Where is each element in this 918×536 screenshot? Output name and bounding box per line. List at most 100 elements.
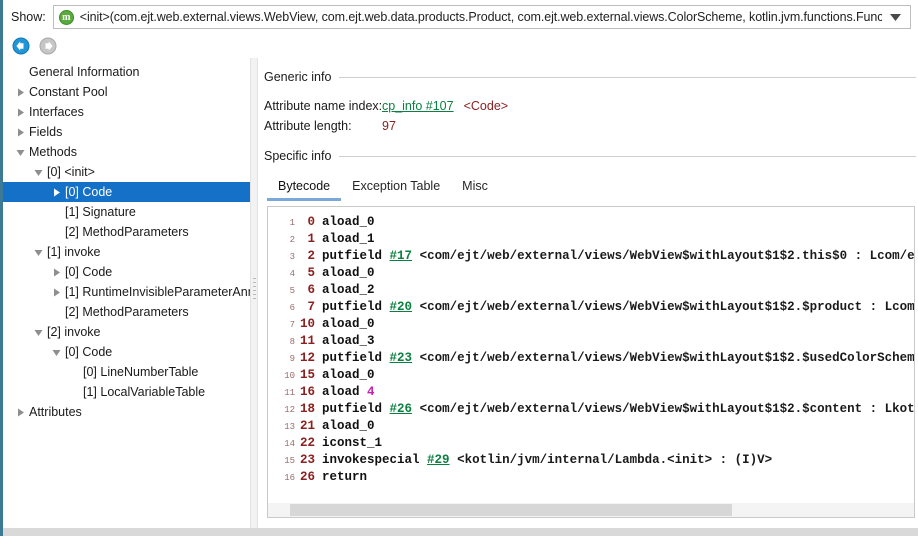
bytecode-descriptor: <kotlin/jvm/internal/Lambda.<init> : (I)… (457, 453, 773, 467)
tree-node[interactable]: [0] Code (3, 182, 250, 202)
bytecode-view[interactable]: 1 0 aload_0 2 1 aload_1 3 2 putfield #17 <com/ej… (267, 206, 915, 518)
chevron-right-icon[interactable] (12, 122, 28, 142)
constant-pool-reference[interactable]: #20 (390, 300, 413, 314)
bytecode-line-number: 15 (284, 456, 295, 466)
tree-node[interactable]: [2] MethodParameters (3, 222, 250, 242)
bytecode-offset: 23 (299, 453, 315, 467)
chevron-down-icon[interactable] (12, 142, 28, 162)
bytecode-opcode: aload_0 (322, 317, 375, 331)
tree-node[interactable]: [0] Code (3, 342, 250, 362)
tree-node[interactable]: Fields (3, 122, 250, 142)
tab-misc[interactable]: Misc (451, 175, 499, 201)
constant-pool-reference[interactable]: #17 (390, 249, 413, 263)
tree-node[interactable]: [2] invoke (3, 322, 250, 342)
bytecode-offset: 22 (299, 436, 315, 450)
panel-splitter[interactable] (250, 58, 258, 528)
chevron-right-icon[interactable] (12, 82, 28, 102)
arrow-left-circle-icon[interactable] (10, 35, 32, 57)
chevron-down-icon[interactable] (30, 242, 46, 262)
bytecode-line: 2 1 aload_1 (268, 231, 914, 248)
bytecode-line: 11 16 aload 4 (268, 384, 914, 401)
bytecode-immediate: 4 (367, 385, 375, 399)
bytecode-opcode: aload_0 (322, 368, 375, 382)
constant-pool-link[interactable]: cp_info #107 (382, 96, 454, 116)
tree-node[interactable]: [0] Code (3, 262, 250, 282)
bytecode-opcode: aload_0 (322, 419, 375, 433)
bytecode-offset: 26 (299, 470, 315, 484)
bytecode-line-number: 4 (289, 269, 295, 279)
chevron-down-icon[interactable] (48, 342, 64, 362)
tree-node-label: [0] Code (65, 345, 113, 359)
bytecode-offset: 12 (299, 351, 315, 365)
bytecode-opcode: putfield (322, 402, 383, 416)
tree-node[interactable]: [1] RuntimeInvisibleParameterAnnotations (3, 282, 250, 302)
detail-tabs: Bytecode Exception Table Misc (267, 175, 915, 201)
bytecode-line-number: 5 (289, 286, 295, 296)
generic-info-key: Attribute name index: (264, 99, 383, 113)
chevron-down-icon[interactable] (882, 6, 908, 28)
generic-info-row: Attribute length: 97 (264, 116, 914, 136)
constant-pool-reference[interactable]: #23 (390, 351, 413, 365)
arrow-right-circle-icon[interactable] (37, 35, 59, 57)
bytecode-horizontal-scrollbar[interactable] (268, 503, 914, 517)
bytecode-descriptor: <com/ejt/web/external/views/WebView$with… (419, 351, 914, 365)
tab-bytecode[interactable]: Bytecode (267, 175, 342, 201)
tree-node[interactable]: Methods (3, 142, 250, 162)
tree-node-label: General Information (29, 65, 140, 79)
tree-node-label: Fields (29, 125, 63, 139)
chevron-right-icon[interactable] (48, 182, 64, 202)
tree-node-label: [2] MethodParameters (65, 225, 189, 239)
method-selector-combobox[interactable]: m <init>(com.ejt.web.external.views.WebV… (52, 5, 911, 29)
class-structure-tree: General Information Constant Pool Interfac… (3, 62, 250, 422)
bytecode-line: 14 22 iconst_1 (268, 435, 914, 452)
chevron-right-icon[interactable] (12, 402, 28, 422)
chevron-right-icon[interactable] (48, 282, 64, 302)
splitter-grip-icon (253, 278, 256, 304)
bytecode-line: 8 11 aload_3 (268, 333, 914, 350)
bytecode-offset: 7 (307, 300, 315, 314)
bytecode-opcode: aload_1 (322, 232, 375, 246)
class-structure-tree-panel[interactable]: General Information Constant Pool Interfac… (3, 58, 250, 528)
tree-node-label: [1] RuntimeInvisibleParameterAnnotations (65, 285, 250, 299)
tree-node[interactable]: General Information (3, 62, 250, 82)
tree-node[interactable]: [0] <init> (3, 162, 250, 182)
bytecode-lines: 1 0 aload_0 2 1 aload_1 3 2 putfield #17 <com/ej… (268, 214, 914, 486)
chevron-down-icon[interactable] (30, 162, 46, 182)
tree-node[interactable]: Constant Pool (3, 82, 250, 102)
bytecode-offset: 21 (299, 419, 315, 433)
navigation-toolbar (3, 34, 918, 58)
chevron-down-icon[interactable] (30, 322, 46, 342)
constant-pool-reference[interactable]: #26 (390, 402, 413, 416)
tree-node[interactable]: [0] LineNumberTable (3, 362, 250, 382)
bytecode-opcode: putfield (322, 300, 383, 314)
tree-node[interactable]: [1] LocalVariableTable (3, 382, 250, 402)
bytecode-opcode: aload_0 (322, 266, 375, 280)
bytecode-offset: 0 (307, 215, 315, 229)
bytecode-line-number: 16 (284, 473, 295, 483)
constant-pool-reference[interactable]: #29 (427, 453, 450, 467)
bytecode-offset: 11 (299, 334, 315, 348)
bytecode-opcode: iconst_1 (322, 436, 383, 450)
tree-node[interactable]: [1] invoke (3, 242, 250, 262)
section-divider (339, 155, 916, 157)
attribute-detail-panel: Generic info Attribute name index: cp_inf… (259, 58, 918, 528)
tree-node[interactable]: Interfaces (3, 102, 250, 122)
bytecode-line-number: 13 (284, 422, 295, 432)
chevron-right-icon[interactable] (12, 102, 28, 122)
bytecode-opcode: aload_0 (322, 215, 375, 229)
bytecode-line: 13 21 aload_0 (268, 418, 914, 435)
chevron-right-icon[interactable] (48, 262, 64, 282)
section-divider (339, 76, 916, 78)
bytecode-line: 3 2 putfield #17 <com/ejt/web/external/vie… (268, 248, 914, 265)
bytecode-line: 7 10 aload_0 (268, 316, 914, 333)
generic-info-rows: Attribute name index: cp_info #107 <Code> A… (264, 96, 914, 136)
tree-node-label: [0] LineNumberTable (83, 365, 199, 379)
tree-node[interactable]: Attributes (3, 402, 250, 422)
horizontal-scroll-thumb[interactable] (290, 504, 732, 516)
tree-node[interactable]: [1] Signature (3, 202, 250, 222)
bytecode-line-number: 10 (284, 371, 295, 381)
tree-node-label: [1] Signature (65, 205, 136, 219)
bytecode-opcode: aload_3 (322, 334, 375, 348)
tree-node[interactable]: [2] MethodParameters (3, 302, 250, 322)
tab-exception-table[interactable]: Exception Table (341, 175, 451, 201)
